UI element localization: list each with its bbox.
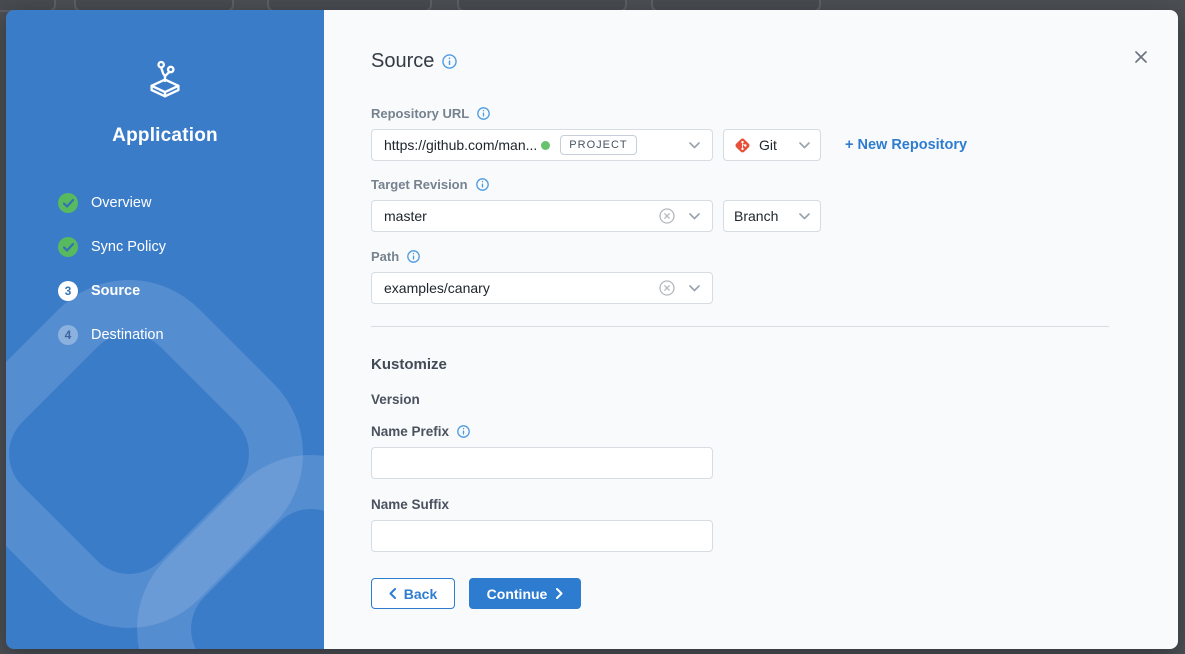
name-suffix-label: Name Suffix <box>371 497 449 512</box>
step-number: 3 <box>58 281 78 301</box>
repo-type-select[interactable]: Git <box>723 129 821 161</box>
repository-url-dropdown[interactable]: https://github.com/man... PROJECT <box>371 129 713 161</box>
step-overview[interactable]: Overview <box>58 193 324 213</box>
step-label: Source <box>91 283 140 299</box>
continue-button[interactable]: Continue <box>469 578 581 609</box>
step-source[interactable]: 3 Source <box>58 281 324 301</box>
name-suffix-input[interactable] <box>371 520 713 552</box>
step-destination[interactable]: 4 Destination <box>58 325 324 345</box>
revision-type-value: Branch <box>734 208 799 224</box>
name-prefix-label: Name Prefix <box>371 424 449 439</box>
section-divider <box>371 326 1109 327</box>
revision-type-select[interactable]: Branch <box>723 200 821 232</box>
chevron-left-icon <box>389 588 396 599</box>
close-icon[interactable] <box>1132 48 1150 66</box>
application-wizard-modal: Application Overview Sync Policy 3 Sourc… <box>6 10 1178 649</box>
back-button-label: Back <box>404 586 437 602</box>
name-prefix-input[interactable] <box>371 447 713 479</box>
back-button[interactable]: Back <box>371 578 455 609</box>
kustomize-section-title: Kustomize <box>371 356 1178 373</box>
step-done-icon <box>58 237 78 257</box>
info-icon[interactable] <box>476 178 489 191</box>
repository-url-label: Repository URL <box>371 106 469 121</box>
check-icon <box>63 243 74 252</box>
wizard-sidebar: Application Overview Sync Policy 3 Sourc… <box>6 10 324 649</box>
wizard-steps: Overview Sync Policy 3 Source 4 Destinat… <box>6 193 324 345</box>
chevron-down-icon <box>799 142 810 149</box>
chevron-down-icon[interactable] <box>689 213 700 220</box>
target-revision-input[interactable]: master <box>371 200 713 232</box>
wizard-content-panel: Source Repository URL https://github.com… <box>324 10 1178 649</box>
clear-icon[interactable] <box>659 280 675 296</box>
application-icon <box>142 58 188 104</box>
check-icon <box>63 199 74 208</box>
continue-button-label: Continue <box>487 586 548 602</box>
path-label: Path <box>371 249 399 264</box>
info-icon[interactable] <box>477 107 490 120</box>
wizard-title: Application <box>6 125 324 147</box>
repository-url-value: https://github.com/man... <box>384 137 537 153</box>
path-value: examples/canary <box>384 280 490 296</box>
repo-type-value: Git <box>759 137 799 153</box>
path-input[interactable]: examples/canary <box>371 272 713 304</box>
step-number: 4 <box>58 325 78 345</box>
step-label: Overview <box>91 195 151 211</box>
kustomize-version-label: Version <box>371 392 1178 407</box>
clear-icon[interactable] <box>659 208 675 224</box>
info-icon[interactable] <box>442 54 457 69</box>
chevron-down-icon[interactable] <box>689 285 700 292</box>
target-revision-label: Target Revision <box>371 177 468 192</box>
git-icon <box>734 137 751 154</box>
info-icon[interactable] <box>457 425 470 438</box>
chevron-right-icon <box>556 588 563 599</box>
info-icon[interactable] <box>407 250 420 263</box>
page-title: Source <box>371 50 434 73</box>
project-badge: PROJECT <box>560 135 636 155</box>
step-label: Destination <box>91 327 164 343</box>
chevron-down-icon[interactable] <box>689 142 700 149</box>
repo-connected-status-dot <box>541 141 550 150</box>
step-done-icon <box>58 193 78 213</box>
new-repository-link[interactable]: + New Repository <box>845 137 967 153</box>
chevron-down-icon <box>799 213 810 220</box>
step-label: Sync Policy <box>91 239 166 255</box>
target-revision-value: master <box>384 208 427 224</box>
step-sync-policy[interactable]: Sync Policy <box>58 237 324 257</box>
